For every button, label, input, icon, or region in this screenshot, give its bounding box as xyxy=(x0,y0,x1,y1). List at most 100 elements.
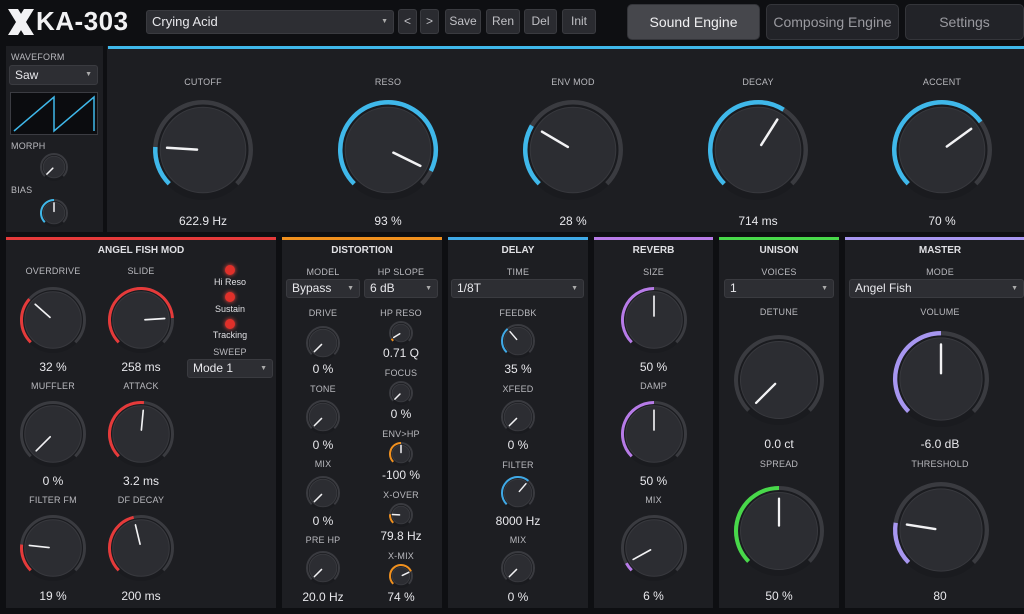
mix-label-delay: MIX xyxy=(509,535,527,545)
overdrive-knob[interactable] xyxy=(20,287,86,353)
prehp-knob[interactable] xyxy=(306,551,340,585)
chevron-down-icon: ▼ xyxy=(821,285,828,292)
distortion-title: DISTORTION xyxy=(331,245,393,256)
filterfm-knob[interactable] xyxy=(20,515,86,581)
dfdecay-value: 200 ms xyxy=(121,589,161,603)
decay-label: DECAY xyxy=(742,77,774,87)
spread-label: SPREAD xyxy=(759,459,799,469)
tab-composing-engine[interactable]: Composing Engine xyxy=(766,4,899,40)
cutoff-label: CUTOFF xyxy=(184,77,222,87)
muffler-knob[interactable] xyxy=(20,401,86,467)
tone-knob[interactable] xyxy=(306,400,340,434)
feedbk-knob[interactable] xyxy=(501,324,535,358)
sweep-dropdown[interactable]: Mode 1 ▼ xyxy=(187,359,273,378)
prehp-value: 20.0 Hz xyxy=(302,590,344,604)
xover-value: 79.8 Hz xyxy=(380,529,422,543)
delete-button[interactable]: Del xyxy=(524,9,557,34)
size-label: SIZE xyxy=(643,267,664,277)
xover-knob[interactable] xyxy=(389,503,413,527)
model-dropdown[interactable]: Bypass ▼ xyxy=(286,279,360,298)
sweep-label: SWEEP xyxy=(213,347,247,357)
feedbk-label: FEEDBK xyxy=(499,308,537,318)
chevron-down-icon: ▼ xyxy=(1011,285,1018,292)
delay-filter-knob[interactable] xyxy=(501,476,535,510)
xfeed-knob[interactable] xyxy=(501,400,535,434)
logo-x-icon xyxy=(8,9,34,35)
drive-knob[interactable] xyxy=(306,326,340,360)
init-button[interactable]: Init xyxy=(562,9,596,34)
rename-button[interactable]: Ren xyxy=(486,9,520,34)
angel-title: ANGEL FISH MOD xyxy=(97,245,185,256)
waveform-label: WAVEFORM xyxy=(11,52,65,62)
hpreso-label: HP RESO xyxy=(380,308,422,318)
delay-mix-knob[interactable] xyxy=(501,551,535,585)
threshold-label: THRESHOLD xyxy=(911,459,969,469)
envmod-knob[interactable] xyxy=(523,100,623,200)
volume-value: -6.0 dB xyxy=(920,437,960,451)
time-dropdown[interactable]: 1/8T ▼ xyxy=(451,279,584,298)
dist-mix-value: 0 % xyxy=(312,514,334,528)
spread-knob[interactable] xyxy=(734,486,824,576)
size-knob[interactable] xyxy=(621,287,687,353)
filter-accent-line xyxy=(108,46,1024,49)
sweep-value: Mode 1 xyxy=(193,361,234,375)
waveform-value: Saw xyxy=(15,68,39,82)
unison-title: UNISON xyxy=(759,245,799,256)
envhp-knob[interactable] xyxy=(389,442,413,466)
dist-mix-knob[interactable] xyxy=(306,476,340,510)
threshold-knob[interactable] xyxy=(893,482,989,578)
save-button[interactable]: Save xyxy=(445,9,481,34)
focus-value: 0 % xyxy=(390,407,412,421)
muffler-label: MUFFLER xyxy=(31,381,75,391)
damp-label: DAMP xyxy=(640,381,667,391)
chevron-down-icon: ▼ xyxy=(85,71,92,78)
tab-settings[interactable]: Settings xyxy=(905,4,1024,40)
damp-knob[interactable] xyxy=(621,401,687,467)
accent-knob[interactable] xyxy=(892,100,992,200)
focus-knob[interactable] xyxy=(389,381,413,405)
xmix-knob[interactable] xyxy=(389,564,413,588)
mode-dropdown[interactable]: Angel Fish ▼ xyxy=(849,279,1024,298)
prev-preset-button[interactable]: < xyxy=(398,9,417,34)
time-label: TIME xyxy=(506,267,530,277)
sustain-led[interactable] xyxy=(225,292,235,302)
hpreso-knob[interactable] xyxy=(389,321,413,345)
tone-value: 0 % xyxy=(312,438,334,452)
next-preset-button[interactable]: > xyxy=(420,9,439,34)
volume-label: VOLUME xyxy=(920,307,960,317)
dfdecay-label: DF DECAY xyxy=(117,495,165,505)
attack-knob[interactable] xyxy=(108,401,174,467)
cutoff-knob[interactable] xyxy=(153,100,253,200)
xmix-value: 74 % xyxy=(387,590,415,604)
hi-reso-led[interactable] xyxy=(225,265,235,275)
tracking-led[interactable] xyxy=(225,319,235,329)
sustain-label: Sustain xyxy=(214,304,246,314)
reso-knob[interactable] xyxy=(338,100,438,200)
unison-accent-line xyxy=(719,237,839,240)
delay-accent-line xyxy=(448,237,588,240)
drive-label: DRIVE xyxy=(308,308,338,318)
detune-knob[interactable] xyxy=(734,335,824,425)
bias-knob[interactable] xyxy=(40,199,68,227)
reverb-mix-knob[interactable] xyxy=(621,515,687,581)
dfdecay-knob[interactable] xyxy=(108,515,174,581)
morph-knob[interactable] xyxy=(40,153,68,181)
model-value: Bypass xyxy=(292,281,332,295)
voices-dropdown[interactable]: 1 ▼ xyxy=(724,279,834,298)
decay-knob[interactable] xyxy=(708,100,808,200)
waveform-dropdown[interactable]: Saw ▼ xyxy=(9,65,98,85)
filterfm-label: FILTER FM xyxy=(29,495,77,505)
master-title: MASTER xyxy=(918,245,962,256)
delay-mix-value: 0 % xyxy=(507,590,529,604)
tab-sound-engine[interactable]: Sound Engine xyxy=(627,4,760,40)
angel-accent-line xyxy=(6,237,276,240)
slide-knob[interactable] xyxy=(108,287,174,353)
volume-knob[interactable] xyxy=(893,331,989,427)
preset-dropdown[interactable]: Crying Acid ▼ xyxy=(146,10,394,34)
app-logo: KA-303 xyxy=(6,6,136,38)
delay-filter-value: 8000 Hz xyxy=(495,514,541,528)
hpslope-dropdown[interactable]: 6 dB ▼ xyxy=(364,279,438,298)
reverb-mix-value: 6 % xyxy=(643,589,664,603)
reso-value: 93 % xyxy=(374,214,402,228)
chevron-down-icon: ▼ xyxy=(260,365,267,372)
